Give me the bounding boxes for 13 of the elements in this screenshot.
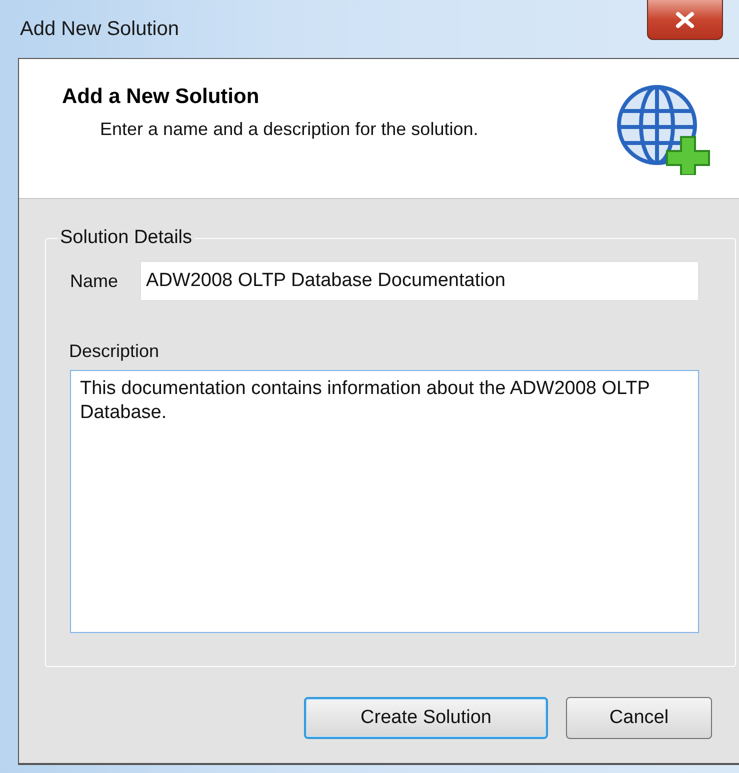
cancel-button[interactable]: Cancel — [566, 697, 712, 739]
close-icon — [674, 10, 696, 28]
description-field[interactable]: This documentation contains information about the ADW2008 OLTP Database. — [70, 370, 699, 633]
field-label: Description — [69, 341, 160, 362]
create-solution-button[interactable]: Create Solution — [304, 697, 548, 739]
header-title: Add a New Solution — [62, 85, 260, 109]
globe-plus-icon — [615, 85, 713, 175]
close-button[interactable] — [647, 0, 723, 40]
field-label: Name — [70, 270, 118, 292]
name-field[interactable]: ADW2008 OLTP Database Documentation — [140, 261, 699, 301]
window-title: Add New Solution — [20, 18, 179, 40]
group-legend: Solution Details — [58, 227, 194, 249]
header-subtitle: Enter a name and a description for the solution. — [100, 119, 478, 140]
